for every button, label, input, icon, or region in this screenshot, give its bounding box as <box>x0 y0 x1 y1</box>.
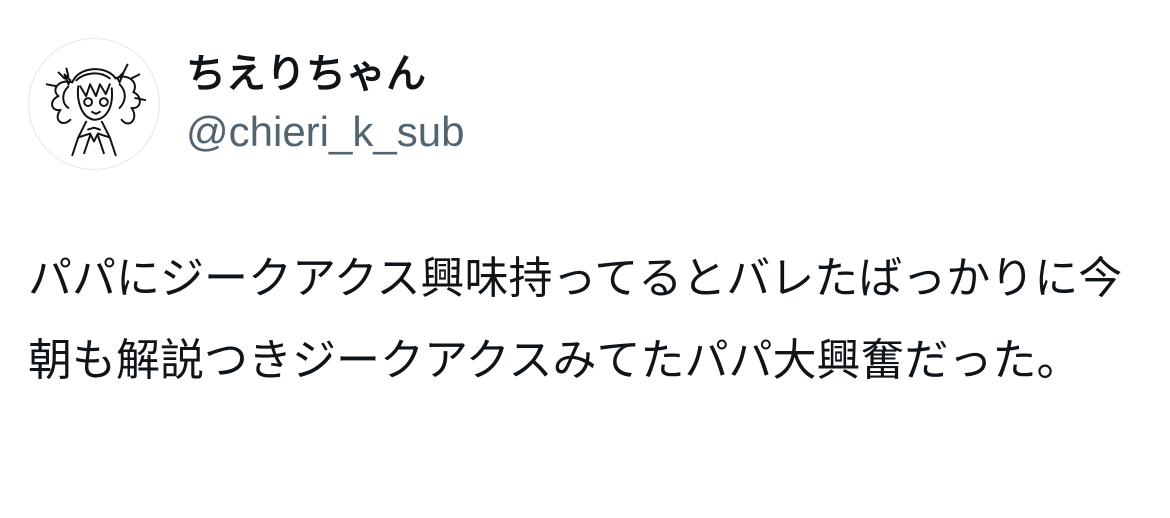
display-name[interactable]: ちえりちゃん <box>186 48 426 100</box>
tweet-text: パパにジークアクス興味持ってるとバレたばっかりに今朝も解説つきジークアクスみてた… <box>28 253 1123 386</box>
user-handle[interactable]: @chieri_k_sub <box>186 106 464 158</box>
avatar[interactable] <box>28 38 160 170</box>
tweet-card: ちえりちゃん @chieri_k_sub パパにジークアクス興味持ってるとバレた… <box>0 0 1170 518</box>
sketch-girl-avatar-icon <box>45 63 147 157</box>
